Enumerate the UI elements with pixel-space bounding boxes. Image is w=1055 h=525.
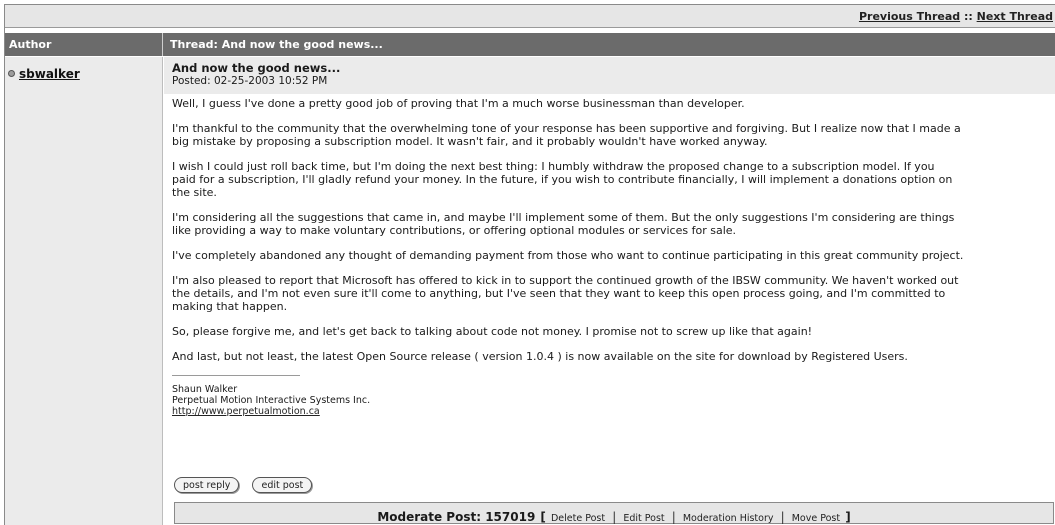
moderation-divider: | xyxy=(671,510,676,524)
author-column-header: Author xyxy=(5,33,163,56)
post-panel: And now the good news... Posted: 02-25-2… xyxy=(164,57,1055,525)
signature-name: Shaun Walker xyxy=(172,384,238,395)
author-panel: sbwalker xyxy=(5,57,163,525)
post-paragraph: I wish I could just roll back time, but … xyxy=(172,160,953,199)
author-info: sbwalker xyxy=(8,67,80,81)
previous-thread-link[interactable]: Previous Thread xyxy=(859,10,960,23)
thread-nav-bar: Previous Thread :: Next Thread xyxy=(5,5,1055,28)
bracket-open: [ xyxy=(540,510,546,524)
post-paragraph: I'm also pleased to report that Microsof… xyxy=(172,274,959,313)
moderation-bar: Moderate Post: 157019 [ Delete Post | Ed… xyxy=(174,502,1054,524)
moderation-divider: | xyxy=(612,510,617,524)
move-post-link[interactable]: Move Post xyxy=(792,513,840,524)
post-title: And now the good news... xyxy=(172,61,341,75)
post-paragraph: Well, I guess I've done a pretty good jo… xyxy=(172,97,745,110)
post-paragraph: I'm considering all the suggestions that… xyxy=(172,211,955,237)
moderation-divider: | xyxy=(780,510,785,524)
post-paragraph: And last, but not least, the latest Open… xyxy=(172,350,908,363)
moderation-history-link[interactable]: Moderation History xyxy=(683,513,774,524)
post-paragraph: So, please forgive me, and let's get bac… xyxy=(172,325,813,338)
thread-title-header: Thread: And now the good news... xyxy=(170,38,383,51)
post-header: And now the good news... Posted: 02-25-2… xyxy=(164,57,1055,94)
post-paragraph: I've completely abandoned any thought of… xyxy=(172,249,964,262)
post-body: Well, I guess I've done a pretty good jo… xyxy=(164,94,1054,417)
signature-url-link[interactable]: http://www.perpetualmotion.ca xyxy=(172,406,320,417)
bracket-close: ] xyxy=(845,510,851,524)
signature: Shaun Walker Perpetual Motion Interactiv… xyxy=(172,384,1054,417)
post-paragraph: I'm thankful to the community that the o… xyxy=(172,122,961,148)
mod-edit-post-link[interactable]: Edit Post xyxy=(623,513,664,524)
table-header: Author Thread: And now the good news... xyxy=(5,33,1055,56)
signature-divider xyxy=(172,375,300,376)
moderate-post-label: Moderate Post: 157019 xyxy=(377,510,536,524)
post-action-buttons: post reply edit post xyxy=(174,473,320,493)
nav-separator: :: xyxy=(963,10,973,23)
signature-company: Perpetual Motion Interactive Systems Inc… xyxy=(172,395,371,406)
delete-post-link[interactable]: Delete Post xyxy=(551,513,605,524)
author-name-link[interactable]: sbwalker xyxy=(19,67,80,81)
forum-frame: Previous Thread :: Next Thread Author Th… xyxy=(4,4,1055,525)
next-thread-link[interactable]: Next Thread xyxy=(977,10,1053,23)
post-date: Posted: 02-25-2003 10:52 PM xyxy=(172,75,328,87)
post-reply-button[interactable]: post reply xyxy=(174,477,240,493)
edit-post-button[interactable]: edit post xyxy=(252,477,313,493)
online-status-icon xyxy=(8,70,15,77)
